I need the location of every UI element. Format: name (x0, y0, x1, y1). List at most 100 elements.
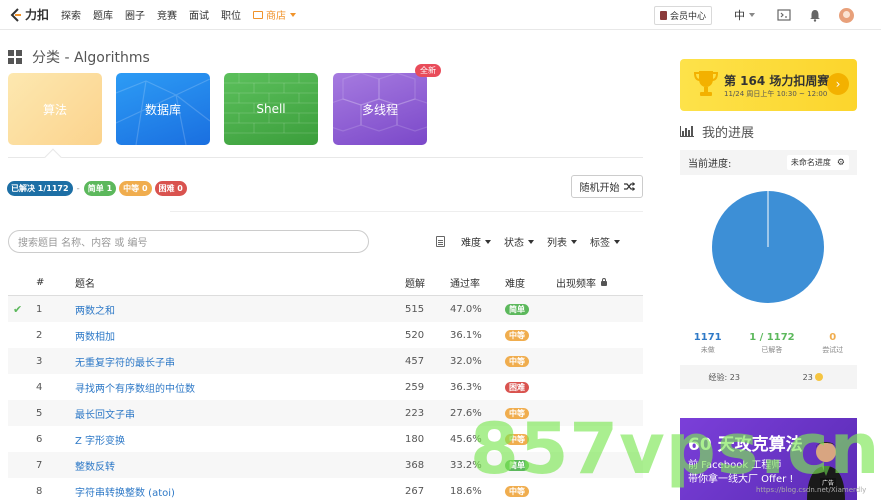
filter-tags[interactable]: 标签 (590, 234, 620, 249)
nav-discuss[interactable]: 圈子 (125, 7, 145, 22)
row-solutions[interactable]: 259 (405, 382, 450, 393)
row-title-link[interactable]: 寻找两个有序数组的中位数 (75, 380, 405, 395)
row-difficulty: 中等 (505, 330, 556, 341)
gear-icon[interactable]: ⚙ (837, 158, 845, 168)
ad-subline: 带你拿一线大厂 Offer ! (688, 470, 793, 485)
row-title-link[interactable]: 整数反转 (75, 458, 405, 473)
problem-table: # 题名 题解 通过率 难度 出现频率 ✔1两数之和51547.0%简单2两数相… (8, 270, 643, 504)
row-status: ✔ (8, 303, 36, 316)
search-input[interactable]: 搜索题目 名称、内容 或 编号 (8, 230, 369, 253)
row-title-link[interactable]: 两数之和 (75, 302, 405, 317)
divider (170, 211, 643, 212)
lock-icon (601, 281, 607, 286)
row-title-link[interactable]: 两数相加 (75, 328, 405, 343)
row-difficulty: 简单 (505, 460, 556, 471)
row-acceptance: 32.0% (450, 356, 505, 367)
bar-chart-icon (680, 126, 694, 137)
header-frequency[interactable]: 出现频率 (556, 275, 643, 290)
ad-subline: 前 Facebook 工程师 (688, 456, 781, 471)
row-solutions[interactable]: 457 (405, 356, 450, 367)
top-nav: 力扣 探索 题库 圈子 竞赛 面试 职位 商店 会员中心 中 (0, 0, 881, 30)
vip-label: 会员中心 (670, 9, 706, 22)
table-row[interactable]: 2两数相加52036.1%中等 (8, 322, 643, 348)
stat-attempted: 0 尝试过 (822, 332, 843, 355)
stat-solved: 1 / 1172 已解答 (749, 332, 794, 355)
weekly-contest-banner[interactable]: 第 164 场力扣周赛 11/24 周日上午 10:30 ~ 12:00 › (680, 59, 857, 111)
row-solutions[interactable]: 368 (405, 460, 450, 471)
stat-value: 1171 (694, 332, 722, 343)
row-solutions[interactable]: 520 (405, 330, 450, 341)
playground-icon (777, 9, 791, 21)
row-id: 1 (36, 304, 75, 315)
course-ad-banner[interactable]: 60 天攻克算法 前 Facebook 工程师 带你拿一线大厂 Offer ! … (680, 418, 857, 500)
avatar[interactable] (839, 8, 854, 23)
table-row[interactable]: 3无重复字符的最长子串45732.0%中等 (8, 348, 643, 374)
table-row[interactable]: 8字符串转换整数 (atoi)26718.6%中等 (8, 478, 643, 504)
language-switch[interactable]: 中 (734, 7, 755, 23)
stat-value: 0 (822, 332, 843, 343)
header-difficulty[interactable]: 难度 (505, 275, 556, 290)
session-select[interactable]: 未命名进度 ⚙ (787, 155, 849, 170)
language-label: 中 (734, 7, 745, 23)
row-solutions[interactable]: 267 (405, 486, 450, 497)
nav-jobs[interactable]: 职位 (221, 7, 241, 22)
filter-list[interactable]: 列表 (547, 234, 577, 249)
nav-problems[interactable]: 题库 (93, 7, 113, 22)
row-solutions[interactable]: 223 (405, 408, 450, 419)
playground-button[interactable] (777, 9, 791, 21)
tile-database[interactable]: 数据库 (116, 73, 210, 145)
leetcode-logo-icon (9, 8, 23, 22)
logo-text: 力扣 (25, 6, 49, 23)
tile-concurrency[interactable]: 多线程 (333, 73, 427, 145)
medium-count-badge: 中等 0 (119, 181, 151, 196)
header-title[interactable]: 题名 (75, 275, 405, 290)
filter-status[interactable]: 状态 (504, 234, 534, 249)
session-name: 未命名进度 (791, 157, 831, 168)
table-row[interactable]: 5最长回文子串22327.6%中等 (8, 400, 643, 426)
chevron-down-icon (290, 13, 296, 17)
tile-shell[interactable]: Shell (224, 73, 318, 145)
filter-difficulty[interactable]: 难度 (461, 234, 491, 249)
table-row[interactable]: ✔1两数之和51547.0%简单 (8, 296, 643, 322)
header-acceptance[interactable]: 通过率 (450, 275, 505, 290)
row-title-link[interactable]: Z 字形变换 (75, 432, 405, 447)
table-row[interactable]: 4寻找两个有序数组的中位数25936.3%困难 (8, 374, 643, 400)
tile-algorithms[interactable]: 算法 (8, 73, 102, 145)
row-title-link[interactable]: 无重复字符的最长子串 (75, 354, 405, 369)
filter-label: 标签 (590, 234, 610, 249)
row-title-link[interactable]: 字符串转换整数 (atoi) (75, 484, 405, 499)
solved-count-badge: 已解决 1/1172 (7, 181, 73, 196)
vip-center-button[interactable]: 会员中心 (654, 6, 712, 25)
row-id: 5 (36, 408, 75, 419)
header-id[interactable]: # (36, 277, 75, 288)
nav-store[interactable]: 商店 (253, 7, 296, 22)
row-solutions[interactable]: 180 (405, 434, 450, 445)
table-row[interactable]: 6Z 字形变换18045.6%中等 (8, 426, 643, 452)
table-row[interactable]: 7整数反转36833.2%简单 (8, 452, 643, 478)
progress-heading: 我的进展 (680, 122, 754, 141)
difficulty-badge: 简单 (505, 460, 529, 471)
header-solutions[interactable]: 题解 (405, 275, 450, 290)
row-id: 4 (36, 382, 75, 393)
row-id: 6 (36, 434, 75, 445)
nav-explore[interactable]: 探索 (61, 7, 81, 22)
random-start-button[interactable]: 随机开始 (571, 175, 643, 198)
selected-tile-pointer (45, 149, 62, 166)
notes-icon[interactable] (436, 236, 445, 247)
row-difficulty: 简单 (505, 304, 556, 315)
notification-button[interactable] (809, 9, 821, 22)
chevron-down-icon (485, 240, 491, 244)
nav-interview[interactable]: 面试 (189, 7, 209, 22)
hard-count-badge: 困难 0 (155, 181, 187, 196)
ad-headline: 60 天攻克算法 (688, 430, 803, 455)
difficulty-badge: 中等 (505, 486, 529, 497)
chevron-right-icon[interactable]: › (827, 73, 849, 95)
experience-label: 经验: 23 (709, 372, 740, 383)
nav-contest[interactable]: 竞赛 (157, 7, 177, 22)
row-solutions[interactable]: 515 (405, 304, 450, 315)
filter-bar: 难度 状态 列表 标签 (436, 234, 633, 249)
row-title-link[interactable]: 最长回文子串 (75, 406, 405, 421)
leetcode-logo[interactable]: 力扣 (9, 6, 49, 23)
separator: - (77, 184, 80, 194)
random-start-label: 随机开始 (580, 179, 620, 194)
